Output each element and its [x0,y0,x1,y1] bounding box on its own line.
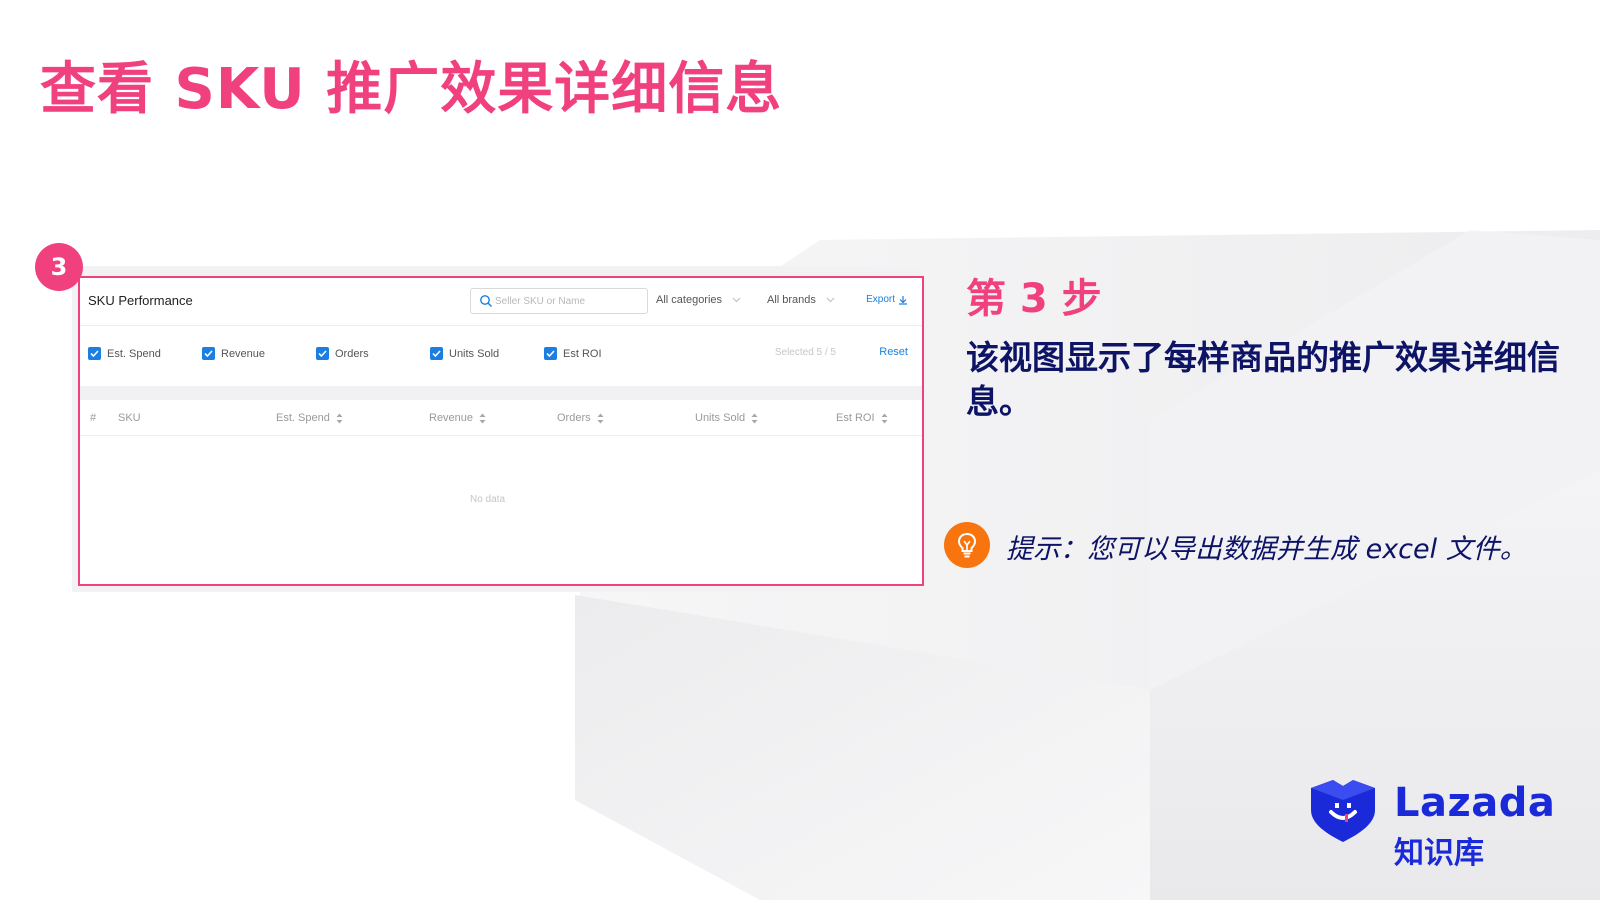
column-header-units-sold[interactable]: Units Sold [695,412,758,424]
chevron-down-icon [826,297,835,303]
column-header-label: Orders [557,412,591,424]
category-select-label: All categories [656,294,723,306]
panel-title: SKU Performance [88,293,193,308]
checkbox-checked-icon [544,347,557,360]
step-label: 第 3 步 [966,276,1102,322]
column-header-orders[interactable]: Orders [557,412,604,424]
metric-checkbox-est-spend[interactable]: Est. Spend [88,347,161,360]
step-description: 该视图显示了每样商品的推广效果详细信息。 [966,338,1560,421]
column-header-label: Est. Spend [276,412,330,424]
brand-select[interactable]: All brands [767,294,835,306]
export-label: Export [866,294,895,305]
tip-text: 提示：您可以导出数据并生成 excel 文件。 [1006,534,1527,565]
panel-header: SKU Performance All categories All brand… [80,278,922,326]
checkbox-checked-icon [202,347,215,360]
slide-title: 查看 SKU 推广效果详细信息 [40,57,783,122]
column-header-est-spend[interactable]: Est. Spend [276,412,343,424]
search-icon [480,295,492,307]
logo-subtitle: 知识库 [1394,836,1484,871]
column-header-label: Revenue [429,412,474,424]
sort-icon [479,413,486,423]
checkbox-checked-icon [316,347,329,360]
sort-icon [336,413,343,423]
download-icon [899,295,907,305]
brand-select-label: All brands [767,294,816,306]
metric-checkbox-est-roi[interactable]: Est ROI [544,347,602,360]
sort-icon [881,413,888,423]
lightbulb-icon [944,522,990,568]
column-header-label: # [90,412,97,424]
logo-brand-text: Lazada [1394,780,1556,826]
checkbox-checked-icon [430,347,443,360]
column-header-est-roi[interactable]: Est ROI [836,412,888,424]
category-select[interactable]: All categories [656,294,741,306]
metric-label: Orders [335,347,369,360]
metric-label: Est. Spend [107,347,161,360]
column-header-index: # [90,412,96,424]
metric-checkbox-units-sold[interactable]: Units Sold [430,347,499,360]
lazada-heart-logo-icon [1311,780,1375,842]
selected-count: Selected 5 / 5 [774,347,836,358]
sort-icon [751,413,758,423]
column-header-label: SKU [118,412,141,424]
column-header-label: Est ROI [836,412,875,424]
metric-label: Units Sold [449,347,500,360]
column-header-label: Units Sold [695,412,746,424]
metric-label: Revenue [221,347,266,360]
table-header: # SKU Est. Spend Revenue Orders Units So… [80,400,922,436]
step-number-badge: 3 [35,243,83,291]
column-header-sku: SKU [118,412,141,424]
search-box[interactable] [470,288,648,314]
checkbox-checked-icon [88,347,101,360]
sort-icon [597,413,604,423]
metric-label: Est ROI [563,347,602,360]
column-header-revenue[interactable]: Revenue [429,412,486,424]
search-input[interactable] [495,293,643,309]
section-divider [80,386,922,400]
metric-checkbox-orders[interactable]: Orders [316,347,369,360]
metric-toggles: Est. Spend Revenue Orders Units Sold Est… [80,326,922,386]
sku-performance-panel: SKU Performance All categories All brand… [78,276,924,586]
reset-button[interactable]: Reset [879,346,908,358]
metric-checkbox-revenue[interactable]: Revenue [202,347,265,360]
chevron-down-icon [732,297,741,303]
empty-state-text: No data [470,494,506,505]
export-button[interactable]: Export [866,294,908,305]
